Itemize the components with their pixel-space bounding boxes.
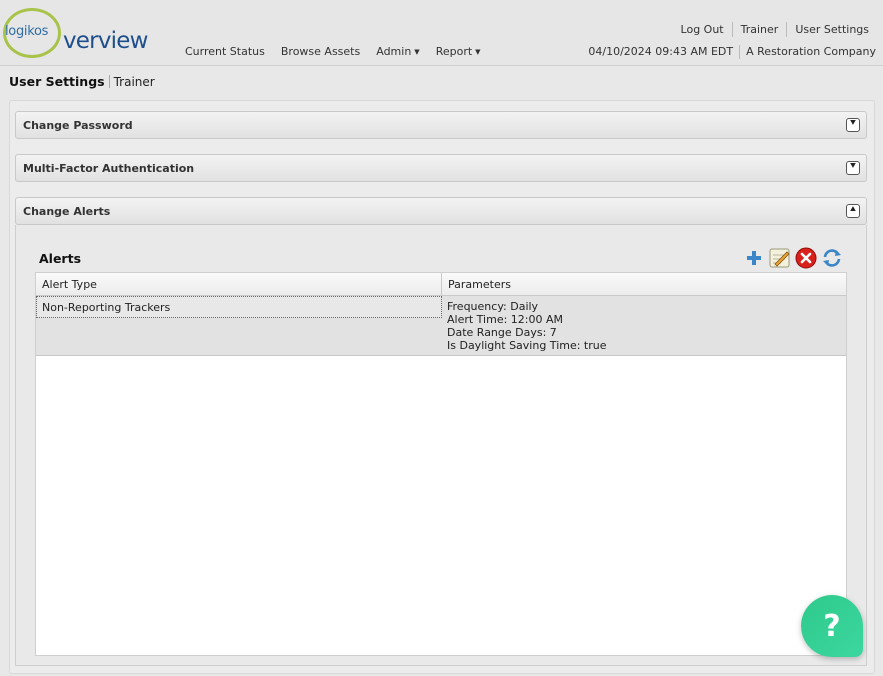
nav-browse-assets[interactable]: Browse Assets bbox=[281, 45, 360, 58]
trainer-link[interactable]: Trainer bbox=[731, 22, 787, 37]
page-title: User Settings bbox=[9, 74, 105, 89]
parameter-line: Date Range Days: 7 bbox=[447, 326, 557, 339]
edit-icon[interactable] bbox=[769, 247, 791, 269]
logo-small-text: logikos bbox=[5, 24, 49, 39]
accordion-change-password[interactable]: Change Password ⯆ bbox=[15, 111, 867, 139]
parameters-cell: Frequency: Daily Alert Time: 12:00 AM Da… bbox=[447, 300, 837, 352]
accordion-change-alerts[interactable]: Change Alerts ⯅ bbox=[15, 197, 867, 225]
grid-header: Alert Type Parameters bbox=[36, 273, 846, 296]
delete-icon[interactable] bbox=[795, 247, 817, 269]
delete-icon-graphic bbox=[795, 247, 817, 269]
nav-current-status[interactable]: Current Status bbox=[185, 45, 265, 58]
parameter-line: Is Daylight Saving Time: true bbox=[447, 339, 607, 352]
add-icon-graphic bbox=[747, 251, 761, 265]
nav-label: Admin bbox=[376, 45, 412, 58]
accordion-title: Change Password bbox=[23, 119, 133, 132]
nav-admin[interactable]: Admin ▼ bbox=[376, 45, 419, 58]
accordion-title: Change Alerts bbox=[23, 205, 111, 218]
caret-down-icon: ▼ bbox=[475, 48, 481, 56]
divider bbox=[108, 75, 110, 88]
column-header-alert-type[interactable]: Alert Type bbox=[36, 273, 442, 296]
accordion-title: Multi-Factor Authentication bbox=[23, 162, 195, 175]
nav-report[interactable]: Report ▼ bbox=[436, 45, 481, 58]
alerts-heading: Alerts bbox=[39, 251, 82, 266]
expand-icon[interactable]: ⯆ bbox=[846, 118, 860, 132]
edit-icon-graphic bbox=[769, 248, 790, 268]
divider bbox=[739, 45, 741, 59]
page-subtitle: Trainer bbox=[113, 74, 155, 89]
user-settings-link[interactable]: User Settings bbox=[786, 22, 869, 37]
refresh-icon-graphic bbox=[823, 249, 841, 267]
question-icon: ? bbox=[823, 608, 841, 644]
alerts-toolbar bbox=[743, 247, 843, 269]
help-button[interactable]: ? bbox=[801, 595, 863, 657]
alert-type-cell[interactable]: Non-Reporting Trackers bbox=[36, 296, 442, 318]
breadcrumb: User Settings Trainer bbox=[9, 74, 155, 89]
parameter-line: Frequency: Daily bbox=[447, 300, 539, 313]
logikos-overview-logo[interactable]: logikos verview bbox=[3, 8, 148, 60]
nav-label: Report bbox=[435, 45, 473, 58]
accordion-mfa[interactable]: Multi-Factor Authentication ⯆ bbox=[15, 154, 867, 182]
company-name: A Restoration Company bbox=[746, 45, 876, 58]
caret-down-icon: ▼ bbox=[414, 48, 420, 56]
current-datetime: 04/10/2024 09:43 AM EDT bbox=[588, 45, 734, 58]
refresh-icon[interactable] bbox=[821, 247, 843, 269]
expand-icon[interactable]: ⯆ bbox=[846, 161, 860, 175]
parameter-line: Alert Time: 12:00 AM bbox=[447, 313, 564, 326]
main-nav: Current Status Browse Assets Admin ▼ Repo… bbox=[185, 45, 497, 58]
alerts-grid: Alert Type Parameters Non-Reporting Trac… bbox=[35, 272, 847, 656]
column-header-parameters[interactable]: Parameters bbox=[442, 273, 846, 296]
table-row[interactable]: Non-Reporting Trackers Frequency: Daily … bbox=[36, 296, 846, 356]
logo-large-text: verview bbox=[63, 28, 148, 54]
nav-label: Current Status bbox=[185, 45, 265, 58]
status-line: 04/10/2024 09:43 AM EDT A Restoration Co… bbox=[588, 45, 876, 59]
add-icon[interactable] bbox=[743, 247, 765, 269]
app-header: logikos verview Current Status Browse As… bbox=[0, 0, 883, 66]
log-out-link[interactable]: Log Out bbox=[673, 22, 732, 37]
top-links: Log Out Trainer User Settings bbox=[673, 22, 869, 37]
nav-label: Browse Assets bbox=[280, 45, 361, 58]
collapse-icon[interactable]: ⯅ bbox=[846, 204, 860, 218]
